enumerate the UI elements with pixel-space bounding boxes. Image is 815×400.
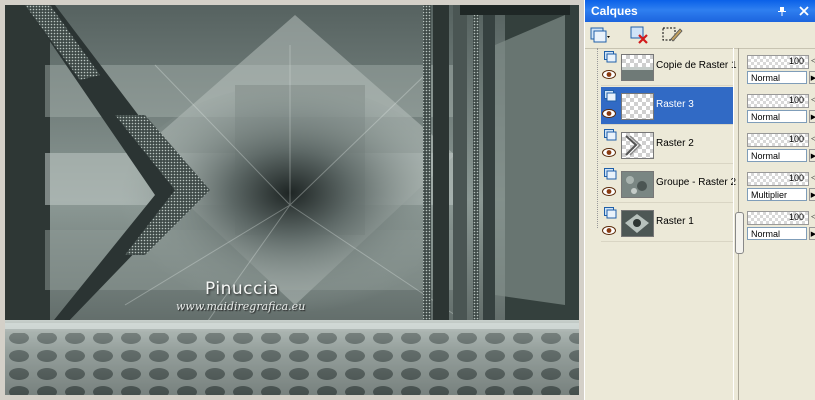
layer-properties: 100 ◃ Normal ▶ 100 ◃ Normal ▶ 100 ◃ Normal ▶ 100 ◃…	[741, 48, 815, 400]
image-canvas[interactable]: Pinuccia www.maidiregrafica.eu	[5, 5, 579, 395]
opacity-slider[interactable]: 100	[747, 211, 809, 225]
raster-layer-icon	[604, 207, 617, 219]
opacity-arrow-icon[interactable]: ◃	[811, 95, 815, 105]
raster-layer-icon	[604, 90, 617, 102]
blend-dropdown-arrow-icon[interactable]: ▶	[809, 227, 815, 240]
canvas-artwork	[5, 5, 579, 395]
layer-thumbnail	[621, 54, 654, 81]
layer-name: Copie de Raster 1	[656, 60, 737, 71]
opacity-slider[interactable]: 100	[747, 172, 809, 186]
blend-mode-select[interactable]: Normal	[747, 110, 807, 123]
opacity-value: 100	[788, 56, 804, 66]
blend-dropdown-arrow-icon[interactable]: ▶	[809, 188, 815, 201]
opacity-value: 100	[788, 95, 804, 105]
opacity-slider[interactable]: 100	[747, 55, 809, 69]
layer-thumbnail	[621, 93, 654, 120]
opacity-value: 100	[788, 212, 804, 222]
opacity-slider[interactable]: 100	[747, 94, 809, 108]
palette-toolbar	[585, 22, 815, 49]
watermark-url: www.maidiregrafica.eu	[176, 300, 306, 313]
layer-properties-row: 100 ◃ Normal ▶	[745, 52, 815, 90]
visibility-eye-icon[interactable]	[602, 69, 616, 79]
blend-mode-select[interactable]: Normal	[747, 71, 807, 84]
raster-layer-icon	[604, 51, 617, 63]
layer-thumbnail	[621, 132, 654, 159]
opacity-value: 100	[788, 173, 804, 183]
blend-dropdown-arrow-icon[interactable]: ▶	[809, 149, 815, 162]
pin-icon[interactable]	[776, 5, 788, 17]
palette-titlebar[interactable]: Calques	[585, 0, 815, 22]
visibility-eye-icon[interactable]	[602, 147, 616, 157]
opacity-arrow-icon[interactable]: ◃	[811, 173, 815, 183]
opacity-value: 100	[788, 134, 804, 144]
layer-row[interactable]: Raster 3	[601, 87, 733, 125]
layer-properties-row: 100 ◃ Normal ▶	[745, 208, 815, 246]
visibility-eye-icon[interactable]	[602, 108, 616, 118]
layer-name: Raster 3	[656, 99, 694, 110]
layer-properties-row: 100 ◃ Normal ▶	[745, 91, 815, 129]
layer-name: Raster 2	[656, 138, 694, 149]
layers-palette: Calques Copie de Raster 1 Raster 3 Raste…	[584, 0, 815, 400]
new-raster-layer-icon[interactable]	[589, 25, 611, 45]
raster-layer-icon	[604, 168, 617, 180]
layer-properties-row: 100 ◃ Multiplier ▶	[745, 169, 815, 207]
layer-list: Copie de Raster 1 Raster 3 Raster 2 Grou…	[587, 48, 737, 400]
opacity-arrow-icon[interactable]: ◃	[811, 134, 815, 144]
delete-layer-icon[interactable]	[629, 25, 651, 45]
layer-name: Raster 1	[656, 216, 694, 227]
layer-properties-row: 100 ◃ Normal ▶	[745, 130, 815, 168]
opacity-slider[interactable]: 100	[747, 133, 809, 147]
blend-dropdown-arrow-icon[interactable]: ▶	[809, 110, 815, 123]
layer-row[interactable]: Copie de Raster 1	[601, 48, 737, 86]
layer-row[interactable]: Raster 2	[601, 126, 733, 164]
opacity-arrow-icon[interactable]: ◃	[811, 56, 815, 66]
close-icon[interactable]	[798, 5, 810, 17]
layer-row[interactable]: Groupe - Raster 2	[601, 165, 737, 203]
canvas-window: Pinuccia www.maidiregrafica.eu	[0, 0, 585, 400]
opacity-arrow-icon[interactable]: ◃	[811, 212, 815, 222]
layer-thumbnail	[621, 210, 654, 237]
blend-mode-select[interactable]: Multiplier	[747, 188, 807, 201]
blend-dropdown-arrow-icon[interactable]: ▶	[809, 71, 815, 84]
layer-row[interactable]: Raster 1	[601, 204, 733, 242]
layer-name: Groupe - Raster 2	[656, 177, 737, 188]
raster-layer-icon	[604, 129, 617, 141]
watermark-name: Pinuccia	[205, 279, 279, 299]
visibility-eye-icon[interactable]	[602, 186, 616, 196]
blend-mode-select[interactable]: Normal	[747, 227, 807, 240]
palette-title: Calques	[591, 4, 638, 18]
visibility-eye-icon[interactable]	[602, 225, 616, 235]
edit-selection-icon[interactable]	[661, 25, 683, 45]
tree-connector	[597, 48, 599, 228]
layer-thumbnail	[621, 171, 654, 198]
blend-mode-select[interactable]: Normal	[747, 149, 807, 162]
